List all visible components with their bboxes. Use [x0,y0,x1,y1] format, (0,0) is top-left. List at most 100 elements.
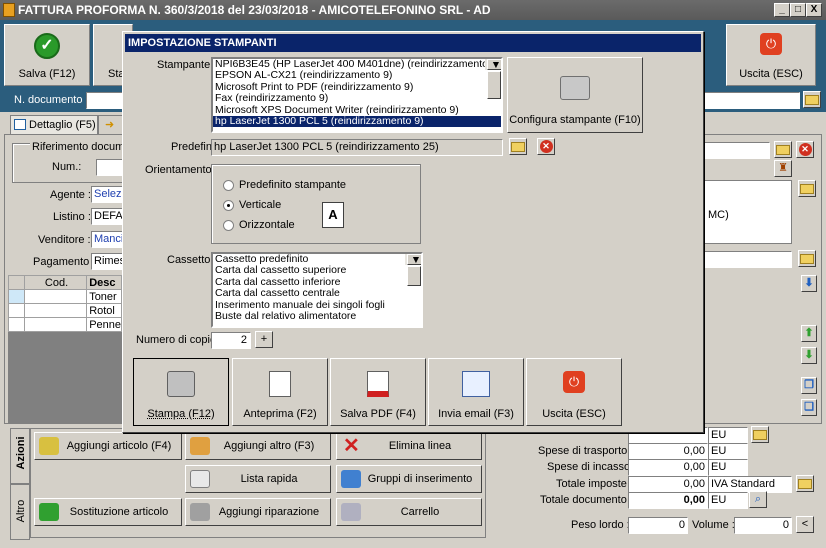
save-button[interactable]: ✓ Salva (F12) [4,24,90,86]
grid-cell-cod[interactable] [23,303,88,318]
close-button[interactable]: X [806,3,822,17]
scroll-down-icon[interactable]: ▼ [487,59,501,71]
grid-cell-desc[interactable]: Rotol [86,303,122,318]
add-other-icon [190,437,210,455]
default-folder-button[interactable] [509,138,527,155]
list-item[interactable]: hp LaserJet 1300 PCL 5 (reindirizzamento… [213,115,501,128]
doc-extra-field[interactable] [704,92,800,109]
exit-toolbar-button[interactable]: ⏻ Uscita (ESC) [726,24,816,86]
table-row[interactable]: Rotol [8,303,122,318]
copies-increment-button[interactable]: + [255,331,273,348]
insert-groups-button[interactable]: Gruppi di inserimento [336,465,482,493]
add-article-button[interactable]: Aggiungi articolo (F4) [34,432,182,460]
move-down-button[interactable]: ⬇ [801,275,817,292]
row-selector[interactable] [8,303,25,318]
dialog-exit-button[interactable]: ⏻ Uscita (ESC) [526,358,622,426]
grid-cell-cod[interactable] [23,317,88,332]
corpo-folder-button[interactable] [751,426,769,443]
customer-card-button[interactable]: ♜ [774,160,792,177]
scroll-down-icon[interactable]: ▼ [407,254,421,266]
right-folder-button[interactable] [774,141,792,158]
cart-button[interactable]: Carrello [336,498,482,526]
customer-folder-button[interactable] [798,180,816,197]
right-field-top[interactable] [704,142,770,159]
save-pdf-button[interactable]: Salva PDF (F4) [330,358,426,426]
trasporto-input[interactable]: 0,00 [628,443,708,460]
preview-button[interactable]: Anteprima (F2) [232,358,328,426]
listino-select[interactable]: DEFAU [91,208,124,225]
replace-article-button[interactable]: Sostituzione articolo [34,498,182,526]
grid-corner [8,275,25,290]
list-item[interactable]: Fax (reindirizzamento 9) [213,92,501,104]
incasso-currency: EU [708,459,748,476]
orient-default-option[interactable]: Predefinito stampante [223,179,346,191]
imposte-label: Totale imposte : [556,478,634,490]
person-icon: ♜ [778,162,788,174]
tray-listbox[interactable]: Cassetto predefinito Carta dal cassetto … [211,252,423,328]
collapse-button[interactable]: < [796,516,814,533]
minimize-button[interactable]: _ [774,3,790,17]
printer-icon [167,371,195,397]
incasso-input[interactable]: 0,00 [628,459,708,476]
pagamento-select[interactable]: Rimes [91,253,124,270]
delete-line-button[interactable]: ✕ Elimina linea [336,432,482,460]
delete-line-label: Elimina linea [388,440,452,452]
grid-cell-desc[interactable]: Penne [86,317,122,332]
grid-cell-desc[interactable]: Toner [86,289,122,304]
peso-input[interactable]: 0 [628,517,688,534]
right-clear-button[interactable]: ✕ [796,141,814,158]
tab-azioni[interactable]: Azioni [10,428,30,484]
iva-folder-button[interactable] [796,475,814,492]
tab-detail-label: Dettaglio (F5) [29,119,96,131]
orient-horizontal-option[interactable]: Orizzontale [223,219,295,231]
orient-vertical-option[interactable]: Verticale [223,199,281,211]
list-item[interactable]: Buste dal relativo alimentatore [213,310,421,322]
save-label: Salva (F12) [18,68,76,80]
exit-label: Uscita (ESC) [739,68,803,80]
delete-icon: ✕ [343,435,360,457]
agente-select[interactable]: Selezio [91,186,124,203]
documento-detail-button[interactable]: ⌕ [749,491,767,508]
detail-tab-icon [14,119,26,130]
printer-scrollbar[interactable]: ▲ ▼ [485,59,501,100]
table-row[interactable]: Penne [8,317,122,332]
copies-label: Numero di copie [136,334,217,346]
copy-line-button[interactable]: ❐ [801,377,817,394]
send-email-button[interactable]: Invia email (F3) [428,358,524,426]
right-field-bottom[interactable] [704,251,792,268]
configure-printer-button[interactable]: Configura stampante (F10) [507,57,643,133]
list-item[interactable]: Carta dal cassetto centrale [213,287,421,299]
check-icon: ✓ [34,33,60,59]
printer-listbox[interactable]: NPI6B3E45 (HP LaserJet 400 M401dne) (rei… [211,57,503,133]
scroll-thumb[interactable] [407,266,421,287]
tab-second[interactable]: ➜ [98,115,124,135]
grid-cell-cod[interactable] [23,289,88,304]
num-input[interactable] [96,159,124,176]
default-clear-button[interactable]: ✕ [537,138,555,155]
maximize-button[interactable]: □ [790,3,806,17]
payment-folder-button[interactable] [798,250,816,267]
paste-line-button[interactable]: ❏ [801,399,817,416]
venditore-select[interactable]: Mancin [91,231,124,248]
table-row[interactable]: Toner [8,289,122,304]
orientation-label: Orientamento [145,164,212,176]
print-button[interactable]: Stampa (F12) [133,358,229,426]
row-selector[interactable] [8,289,25,304]
quick-list-button[interactable]: Lista rapida [185,465,331,493]
copies-input[interactable]: 2 [211,332,251,349]
doc-folder-button[interactable] [803,91,821,108]
tray-scrollbar[interactable]: ▲ ▼ [405,254,421,287]
row-selector[interactable] [8,317,25,332]
doc-number-input[interactable] [86,92,126,109]
move-down-green-button[interactable]: ⬇ [801,347,817,364]
folder-icon [776,145,790,155]
radio-icon [223,179,234,191]
page-orientation-icon: A [322,202,344,228]
scroll-thumb[interactable] [487,71,501,100]
add-other-button[interactable]: Aggiungi altro (F3) [185,432,331,460]
add-repair-button[interactable]: Aggiungi riparazione [185,498,331,526]
volume-input[interactable]: 0 [734,517,792,534]
tab-altro[interactable]: Altro [10,484,30,540]
move-up-button[interactable]: ⬆ [801,325,817,342]
cart-label: Carrello [400,506,440,518]
